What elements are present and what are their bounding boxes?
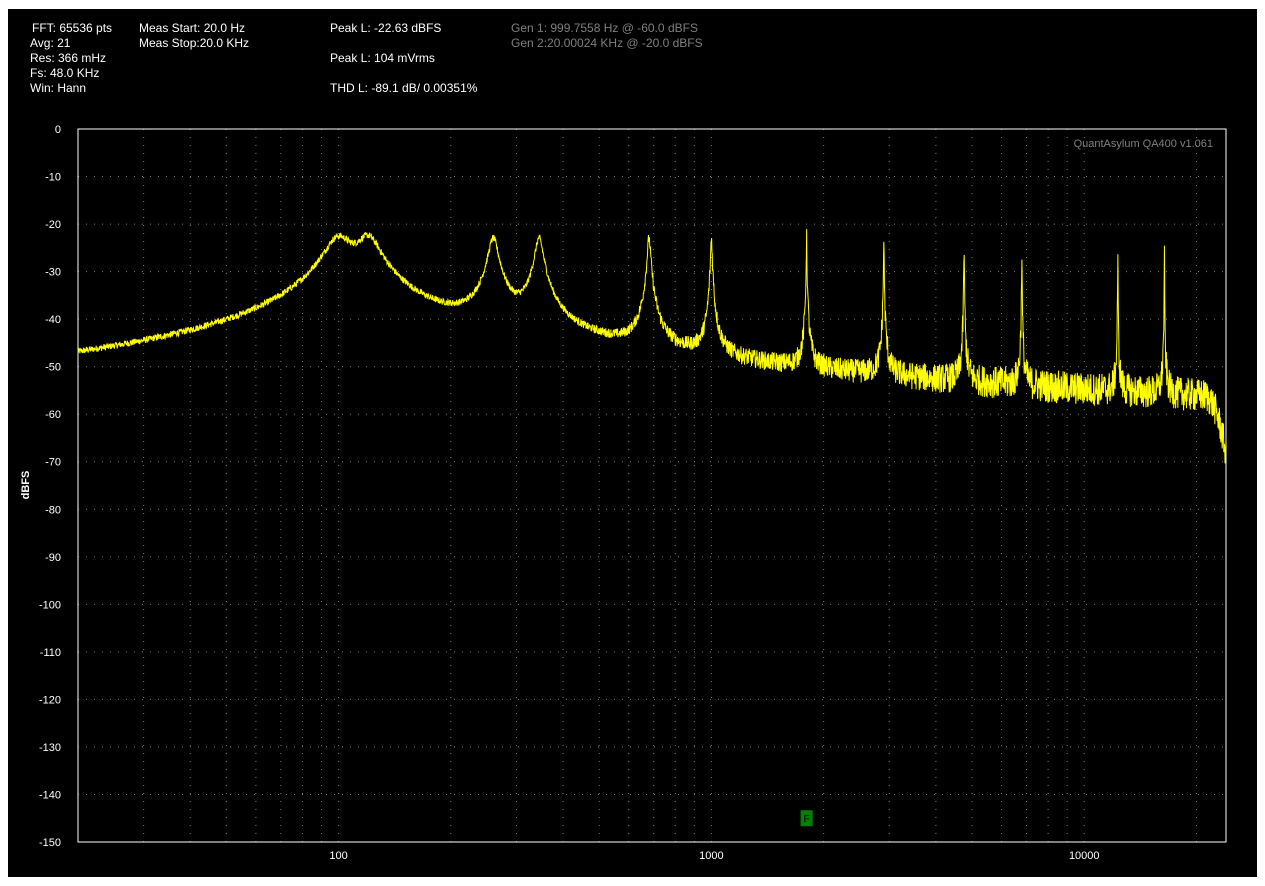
x-tick-label: 10000 — [1069, 850, 1100, 862]
y-tick-label: -20 — [45, 219, 61, 231]
y-tick-label: -130 — [39, 742, 61, 754]
y-tick-label: -60 — [45, 409, 61, 421]
y-tick-label: -80 — [45, 504, 61, 516]
x-axis-ticks: 100 1000 10000 — [329, 850, 1099, 862]
frequency-marker-group[interactable]: F — [800, 810, 813, 827]
y-axis-label: dBFS — [20, 471, 32, 500]
y-axis-ticks: 0 -10 -20 -30 -40 -50 -60 -70 -80 -90 -100 -110 -120… — [39, 124, 61, 849]
x-tick-label: 100 — [329, 850, 347, 862]
x-tick-label: 1000 — [699, 850, 723, 862]
y-tick-label: 0 — [55, 124, 61, 136]
y-tick-label: -120 — [39, 694, 61, 706]
plot-frame — [77, 128, 1227, 843]
spectrum-chart: 0 -10 -20 -30 -40 -50 -60 -70 -80 -90 -100 -110 -120… — [20, 124, 1227, 862]
y-tick-label: -40 — [45, 314, 61, 326]
y-tick-label: -90 — [45, 552, 61, 564]
y-tick-label: -50 — [45, 362, 61, 374]
analyzer-window: FFT: 65536 pts Avg: 21 Res: 366 mHz Fs: … — [8, 9, 1257, 877]
grid — [78, 129, 1226, 842]
frequency-marker-label: F — [804, 814, 810, 825]
spectrum-trace — [77, 229, 1227, 464]
watermark-label: QuantAsylum QA400 v1.061 — [1074, 138, 1213, 150]
y-tick-label: -100 — [39, 599, 61, 611]
spectrum-trace-group — [77, 229, 1227, 464]
y-tick-label: -140 — [39, 789, 61, 801]
y-tick-label: -70 — [45, 457, 61, 469]
y-tick-label: -10 — [45, 172, 61, 184]
y-tick-label: -150 — [39, 837, 61, 849]
y-tick-label: -110 — [40, 647, 61, 659]
y-tick-label: -30 — [45, 267, 61, 279]
